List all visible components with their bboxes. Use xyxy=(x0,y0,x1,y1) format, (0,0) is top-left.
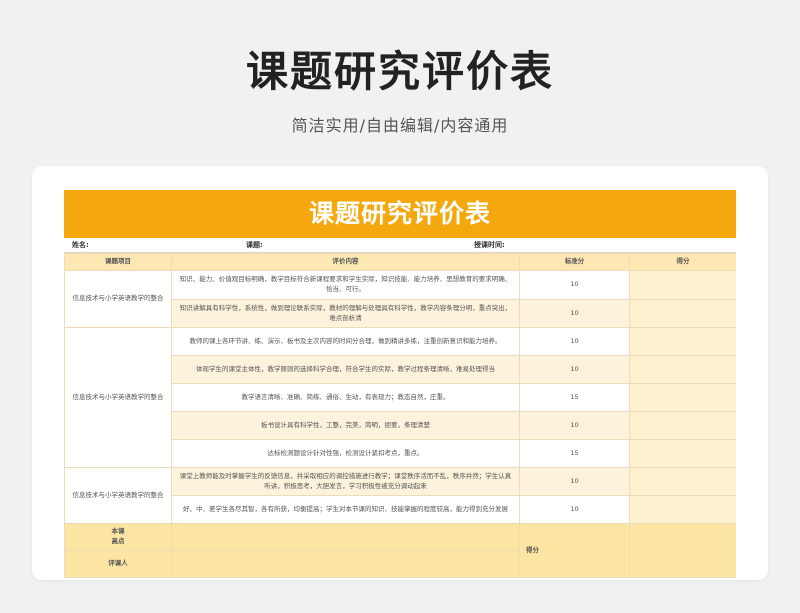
content-cell[interactable]: 教师的课上各环节讲、练、演示、板书及主次内容的时间分合理，做到精讲多练，注重创新… xyxy=(171,327,520,356)
header-score: 得分 xyxy=(629,253,736,271)
table-row: 信息技术与小学英语教学的整合 课堂上教师能及时掌握学生的反馈信息，并采取相应的调… xyxy=(64,467,736,524)
highlight-row: 本课 高点 得分 xyxy=(64,523,736,578)
highlight-label: 本课 高点 xyxy=(64,523,172,551)
sheet-banner: 课题研究评价表 xyxy=(64,190,736,238)
table-row: 信息技术与小学英语教学的整合 教师的课上各环节讲、练、演示、板书及主次内容的时间… xyxy=(64,327,736,468)
table-header-row: 课题项目 评价内容 标准分 得分 xyxy=(64,253,736,271)
content-cell[interactable]: 体现学生的课堂主体性，教学原则的选择科学合理，符合学生的实际，教学过程条理清晰，… xyxy=(171,355,520,384)
content-cell[interactable]: 知识、能力、价值观目标明确，教学目标符合新课程要求和学生实际，知识技能、能力培养… xyxy=(171,270,520,300)
standard-cell[interactable]: 10 xyxy=(519,411,630,440)
evaluation-table: 课题项目 评价内容 标准分 得分 信息技术与小学英语教学的整合 知识、能力、价值… xyxy=(64,253,736,578)
standard-cell[interactable]: 10 xyxy=(519,327,630,356)
score-cell[interactable] xyxy=(629,495,736,524)
header-content: 评价内容 xyxy=(171,253,520,271)
standard-cell[interactable]: 10 xyxy=(519,467,630,496)
time-label: 授课时间: xyxy=(474,241,505,249)
content-cell[interactable]: 达标检测题设计针对性强，检测设计紧扣考点，重点。 xyxy=(171,439,520,468)
standard-cell[interactable]: 15 xyxy=(519,383,630,412)
topic-label: 课题: xyxy=(246,241,263,249)
reviewer-label: 评课人 xyxy=(64,550,172,578)
evaluation-sheet: 课题研究评价表 姓名: 课题: 授课时间: 课题项目 评价内容 标准分 得分 信… xyxy=(64,190,736,578)
standard-cell[interactable]: 10 xyxy=(519,270,630,300)
standard-cell[interactable]: 10 xyxy=(519,495,630,524)
name-label: 姓名: xyxy=(72,241,89,249)
score-cell[interactable] xyxy=(629,355,736,384)
info-row: 姓名: 课题: 授课时间: xyxy=(64,238,736,253)
page-subtitle: 简洁实用/自由编辑/内容通用 xyxy=(291,116,509,135)
content-cell[interactable]: 好、中、差学生各尽其智，各有所获，均衡提高；学生对本节课的知识、技能掌握的程度较… xyxy=(171,495,520,524)
header-standard: 标准分 xyxy=(519,253,630,271)
project-cell: 信息技术与小学英语教学的整合 xyxy=(64,327,172,468)
highlight-cell[interactable] xyxy=(171,523,520,551)
content-cell[interactable]: 教学语言清晰、准确、简练、通俗、生动，有表现力；教态自然，庄重。 xyxy=(171,383,520,412)
project-cell: 信息技术与小学英语教学的整合 xyxy=(64,467,172,524)
score-cell[interactable] xyxy=(629,383,736,412)
reviewer-cell[interactable] xyxy=(171,550,520,578)
total-score-label: 得分 xyxy=(519,523,630,578)
header-project: 课题项目 xyxy=(64,253,172,271)
standard-cell[interactable]: 15 xyxy=(519,439,630,468)
score-cell[interactable] xyxy=(629,299,736,328)
score-cell[interactable] xyxy=(629,270,736,300)
score-cell[interactable] xyxy=(629,467,736,496)
content-cell[interactable]: 板书设计具有科学性，工整，完美，简明，扼要，条理清楚 xyxy=(171,411,520,440)
page-title: 课题研究评价表 xyxy=(245,47,554,96)
score-cell[interactable] xyxy=(629,439,736,468)
content-cell[interactable]: 知识讲解具有科学性，系统性，做到理论联系实际，教材的理解与处理具有科学性，教学内… xyxy=(171,299,520,328)
project-cell: 信息技术与小学英语教学的整合 xyxy=(64,270,172,328)
score-cell[interactable] xyxy=(629,411,736,440)
score-cell[interactable] xyxy=(629,327,736,356)
standard-cell[interactable]: 10 xyxy=(519,299,630,328)
total-score-cell[interactable] xyxy=(629,523,736,578)
content-cell[interactable]: 课堂上教师能及时掌握学生的反馈信息，并采取相应的调控措施进行教学；课堂秩序活而不… xyxy=(171,467,520,496)
table-row: 信息技术与小学英语教学的整合 知识、能力、价值观目标明确，教学目标符合新课程要求… xyxy=(64,270,736,328)
standard-cell[interactable]: 10 xyxy=(519,355,630,384)
